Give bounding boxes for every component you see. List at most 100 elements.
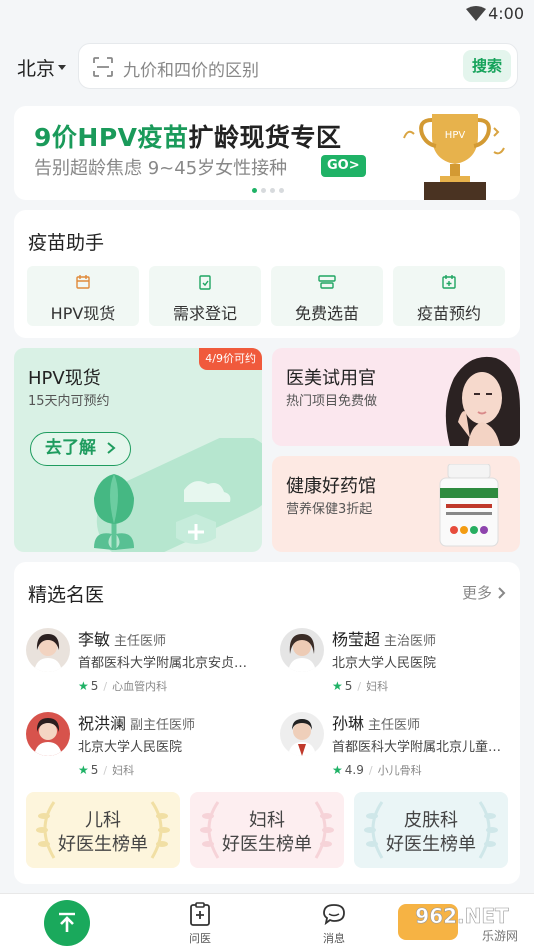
- doctor-rating: ★ 5 / 心血管内科: [78, 678, 167, 694]
- medical-clipboard-icon: [190, 902, 210, 926]
- city-selector[interactable]: 北京: [17, 54, 67, 81]
- ranking-label: 好医生榜单: [386, 834, 476, 855]
- doctor-rating: ★ 4.9 / 小儿骨科: [332, 762, 422, 778]
- scan-icon[interactable]: [93, 57, 113, 77]
- tool-demand-registration[interactable]: 需求登记: [149, 266, 261, 326]
- doctor-avatar: [280, 628, 324, 672]
- tab-label: 问医: [189, 932, 211, 945]
- banner-pagination: [252, 188, 284, 193]
- watermark-text: 962.NET: [415, 904, 509, 928]
- doctor-title: 主任医师: [114, 634, 167, 649]
- ranking-label: 好医生榜单: [222, 834, 312, 855]
- supplement-bottle-image: [439, 464, 499, 547]
- doctor-name: 祝洪澜: [78, 714, 127, 733]
- search-input[interactable]: 九价和四价的区别: [123, 56, 259, 81]
- star-icon: ★: [332, 763, 343, 777]
- doctor-department: 小儿骨科: [377, 764, 422, 777]
- rating-score: 5: [344, 679, 353, 693]
- doctor-hospital: 北京大学人民医院: [332, 656, 437, 671]
- promo-hpv-title: HPV现货: [28, 368, 101, 389]
- doctor-hospital: 首都医科大学附属北京安贞医院: [78, 656, 256, 671]
- promo-health-card[interactable]: 健康好药馆 营养保健3折起: [272, 456, 520, 552]
- back-to-top-button[interactable]: [44, 900, 90, 946]
- doctor-name: 孙琳: [332, 714, 365, 733]
- arrow-up-icon: [59, 912, 75, 932]
- tool-label: HPV现货: [50, 304, 116, 323]
- doctor-department: 妇科: [366, 680, 389, 693]
- doctor-name-line: 杨莹超 主治医师: [332, 626, 436, 650]
- promo-hpv-card[interactable]: HPV现货 15天内可预约 4/9价可约 去了解: [14, 348, 262, 552]
- status-time: 4:00: [488, 4, 524, 23]
- doctor-name: 杨莹超: [332, 630, 381, 649]
- watermark-subtext: 乐游网: [482, 929, 518, 943]
- banner-title: 9价HPV疫苗扩龄现货专区: [34, 118, 342, 154]
- promo-beauty-title: 医美试用官: [286, 368, 376, 389]
- tool-hpv-stock[interactable]: HPV现货: [27, 266, 139, 326]
- star-icon: ★: [332, 679, 343, 693]
- model-portrait: [445, 356, 520, 446]
- doctor-item[interactable]: 李敏 主任医师 首都医科大学附属北京安贞医院 ★ 5 / 心血管内科: [26, 628, 266, 698]
- banner-go-button[interactable]: GO>: [321, 155, 366, 177]
- promo-hpv-subtitle: 15天内可预约: [28, 394, 110, 409]
- doctor-item[interactable]: 祝洪澜 副主任医师 北京大学人民医院 ★ 5 / 妇科: [26, 712, 266, 782]
- tool-label: 免费选苗: [294, 304, 359, 323]
- doctor-item[interactable]: 杨莹超 主治医师 北京大学人民医院 ★ 5 / 妇科: [280, 628, 520, 698]
- hpv-banner[interactable]: 9价HPV疫苗扩龄现货专区 告别超龄焦虑 9~45岁女性接种 GO> HPV: [14, 106, 520, 200]
- promo-health-subtitle: 营养保健3折起: [286, 502, 373, 517]
- chevron-right-icon: [107, 442, 116, 454]
- learn-more-button[interactable]: 去了解: [30, 432, 131, 466]
- doctor-title: 主治医师: [384, 634, 437, 649]
- star-icon: ★: [78, 763, 89, 777]
- tool-vaccine-booking[interactable]: 疫苗预约: [393, 266, 505, 326]
- doctor-department: 妇科: [112, 764, 135, 777]
- doctor-avatar: [280, 712, 324, 756]
- tool-free-selection[interactable]: 免费选苗: [271, 266, 383, 326]
- trophy-label: HPV: [445, 130, 466, 141]
- promo-health-title: 健康好药馆: [286, 476, 376, 497]
- ranking-label: 好医生榜单: [58, 834, 148, 855]
- trophy-icon: HPV: [403, 114, 505, 200]
- featured-doctors-card: 精选名医 更多 李敏 主任医师 首都医科大学附属北京安贞医院 ★ 5/心血管内科 杨…: [14, 562, 520, 884]
- ranking-dermatology[interactable]: 皮肤科 好医生榜单: [354, 792, 508, 868]
- search-button[interactable]: 搜索: [463, 50, 511, 82]
- page-dot: [270, 188, 275, 193]
- page-dot: [279, 188, 284, 193]
- learn-more-label: 去了解: [45, 438, 96, 458]
- doctor-rating: ★ 5 / 妇科: [332, 678, 388, 694]
- banner-title-rest: 扩龄现货专区: [188, 123, 342, 152]
- doctor-department: 心血管内科: [112, 680, 168, 693]
- promo-beauty-card[interactable]: 医美试用官 热门项目免费做: [272, 348, 520, 446]
- search-bar[interactable]: 九价和四价的区别 搜索: [78, 43, 518, 89]
- doctor-item[interactable]: 孙琳 主任医师 首都医科大学附属北京儿童医院 ★ 4.9 / 小儿骨科: [280, 712, 520, 782]
- doctor-name-line: 李敏 主任医师: [78, 626, 166, 650]
- star-icon: ★: [78, 679, 89, 693]
- tool-label: 需求登记: [172, 304, 237, 323]
- tab-messages[interactable]: 消息: [299, 894, 369, 949]
- doctor-avatar: [26, 712, 70, 756]
- tool-label: 疫苗预约: [416, 304, 481, 323]
- banner-title-accent: 9价HPV疫苗: [34, 123, 189, 152]
- banner-subtitle: 告别超龄焦虑 9~45岁女性接种: [34, 158, 288, 179]
- page-dot: [252, 188, 257, 193]
- doctor-rating: ★ 5 / 妇科: [78, 762, 134, 778]
- tab-ask-doctor[interactable]: 问医: [165, 894, 235, 949]
- vaccine-assistant-card: 疫苗助手 HPV现货 需求登记 免费选苗 疫苗预约: [14, 210, 520, 338]
- status-bar: 4:00: [0, 0, 534, 30]
- ranking-gynecology[interactable]: 妇科 好医生榜单: [190, 792, 344, 868]
- more-doctors-link[interactable]: 更多: [462, 582, 506, 603]
- divider: /: [103, 763, 108, 777]
- doctor-hospital: 首都医科大学附属北京儿童医院: [332, 740, 510, 755]
- vaccine-box-icon: [318, 275, 336, 289]
- chat-bubble-icon: [323, 904, 345, 926]
- ranking-pediatrics[interactable]: 儿科 好医生榜单: [26, 792, 180, 868]
- rating-score: 5: [90, 763, 99, 777]
- promo-beauty-subtitle: 热门项目免费做: [286, 394, 378, 409]
- page-dot: [261, 188, 266, 193]
- vaccine-assistant-title: 疫苗助手: [28, 232, 105, 254]
- city-label: 北京: [17, 58, 56, 80]
- ranking-dept: 皮肤科: [404, 810, 458, 831]
- caret-down-icon: [58, 65, 67, 70]
- doctor-name: 李敏: [78, 630, 111, 649]
- divider: /: [103, 679, 108, 693]
- rating-score: 4.9: [344, 763, 364, 777]
